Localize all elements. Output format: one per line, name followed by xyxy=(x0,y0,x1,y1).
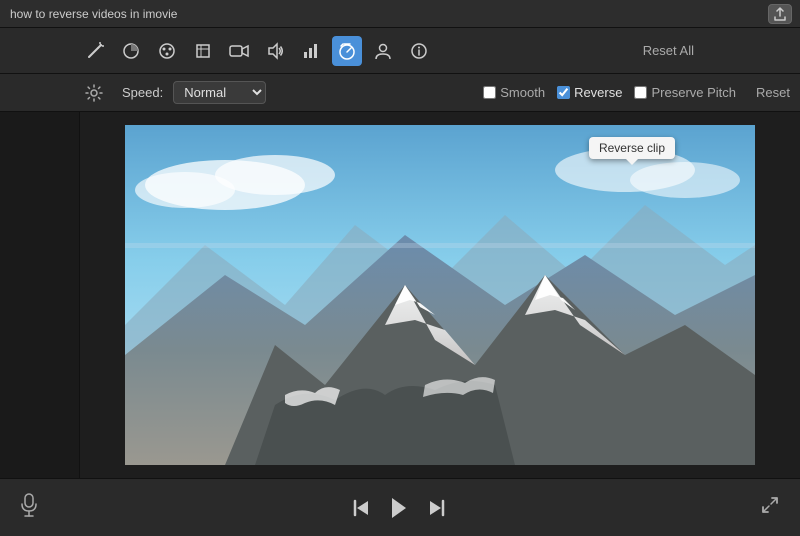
color-wheel-icon xyxy=(122,42,140,60)
crop-button[interactable] xyxy=(188,36,218,66)
preserve-pitch-checkbox[interactable] xyxy=(634,86,647,99)
playback-bar xyxy=(0,478,800,536)
playback-controls xyxy=(351,496,447,520)
speed-tool-button[interactable] xyxy=(332,36,362,66)
reverse-checkbox-item[interactable]: Reverse xyxy=(557,85,622,100)
palette-icon xyxy=(158,42,176,60)
bar-chart-icon xyxy=(302,42,320,60)
camera-icon xyxy=(229,44,249,58)
speed-label: Speed: xyxy=(122,85,163,100)
microphone-icon xyxy=(20,493,38,517)
share-button[interactable] xyxy=(768,4,792,24)
skip-forward-icon xyxy=(427,498,447,518)
skip-back-button[interactable] xyxy=(351,498,371,518)
bar-chart-button[interactable] xyxy=(296,36,326,66)
playback-right xyxy=(760,495,780,520)
audio-tool-button[interactable] xyxy=(260,36,290,66)
video-container: Reverse clip xyxy=(80,112,800,478)
tool-buttons xyxy=(80,36,434,66)
video-frame: Reverse clip xyxy=(125,125,755,465)
play-icon xyxy=(387,496,411,520)
reset-all-button[interactable]: Reset All xyxy=(637,41,700,60)
window-title: how to reverse videos in imovie xyxy=(10,7,177,21)
wand-tool-button[interactable] xyxy=(80,36,110,66)
microphone-button[interactable] xyxy=(20,493,38,523)
reverse-label: Reverse xyxy=(574,85,622,100)
preserve-pitch-label: Preserve Pitch xyxy=(651,85,736,100)
video-scene xyxy=(125,125,755,465)
skip-back-icon xyxy=(351,498,371,518)
preserve-pitch-checkbox-item[interactable]: Preserve Pitch xyxy=(634,85,736,100)
video-tool-button[interactable] xyxy=(224,36,254,66)
info-button[interactable] xyxy=(404,36,434,66)
left-sidebar xyxy=(0,112,80,478)
gear-icon xyxy=(85,84,103,102)
reverse-checkbox[interactable] xyxy=(557,86,570,99)
main-area: Reverse clip xyxy=(0,112,800,478)
crop-icon xyxy=(194,42,212,60)
skip-forward-button[interactable] xyxy=(427,498,447,518)
smooth-label: Smooth xyxy=(500,85,545,100)
playback-left xyxy=(20,493,38,523)
fullscreen-button[interactable] xyxy=(760,495,780,520)
speed-options-group: Smooth Reverse Preserve Pitch Reset xyxy=(483,85,790,100)
toolbar: Reset All xyxy=(0,28,800,74)
smooth-checkbox-item[interactable]: Smooth xyxy=(483,85,545,100)
wand-icon xyxy=(86,42,104,60)
gear-button[interactable] xyxy=(80,79,108,107)
fullscreen-icon xyxy=(760,495,780,515)
speed-bar: Speed: Slow Normal Fast Custom Smooth Re… xyxy=(0,74,800,112)
play-button[interactable] xyxy=(387,496,411,520)
smooth-checkbox[interactable] xyxy=(483,86,496,99)
share-icon xyxy=(774,7,786,21)
overlay-icon xyxy=(374,42,392,60)
color-correction-button[interactable] xyxy=(116,36,146,66)
volume-icon xyxy=(266,42,284,60)
speed-reset-button[interactable]: Reset xyxy=(756,85,790,100)
palette-button[interactable] xyxy=(152,36,182,66)
speed-dropdown[interactable]: Slow Normal Fast Custom xyxy=(173,81,266,104)
overlay-button[interactable] xyxy=(368,36,398,66)
title-bar: how to reverse videos in imovie xyxy=(0,0,800,28)
info-icon xyxy=(410,42,428,60)
speed-icon xyxy=(338,42,356,60)
